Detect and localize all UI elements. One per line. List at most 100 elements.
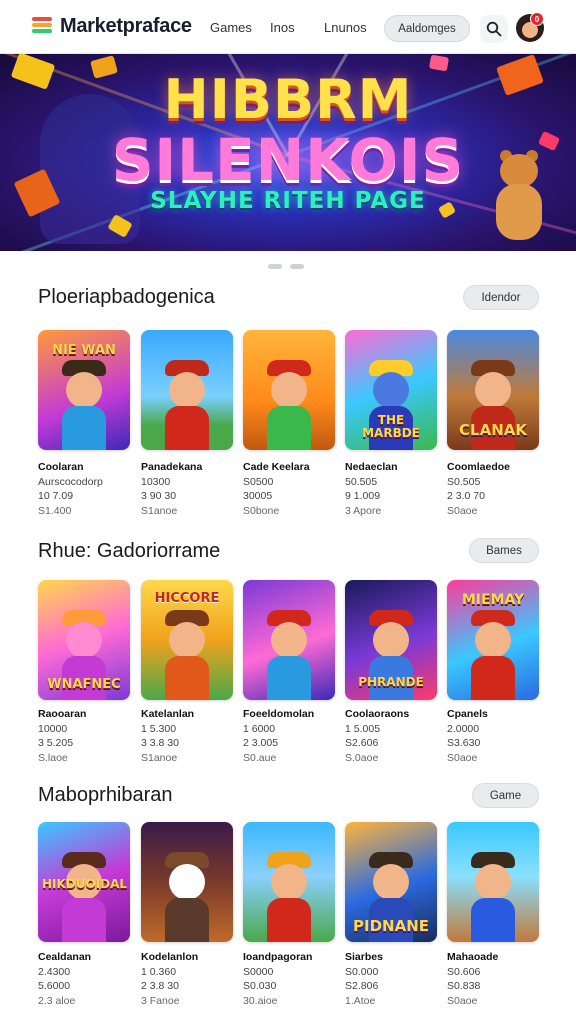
game-title[interactable]: Coomlaedoe — [447, 460, 547, 475]
game-card[interactable]: NIE WAN — [38, 330, 130, 450]
game-card[interactable] — [243, 330, 335, 450]
game-card-art-title: HIKDUOIDAL — [42, 877, 128, 891]
game-title[interactable]: Katelanlan — [141, 707, 241, 722]
game-meta: Nedaeclan 50.505 9 1.009 3 Apore — [345, 460, 445, 518]
search-icon — [486, 21, 502, 37]
section-title: Maboprhibaran — [38, 784, 173, 806]
brand-name[interactable]: Marketpraface — [60, 15, 192, 38]
game-meta: Mahaoade S0.606 S0.838 S0aoe — [447, 950, 547, 1008]
notification-badge: 0 — [530, 12, 544, 26]
game-stat: 9 1.009 — [345, 490, 381, 502]
game-card-art-title: PIDNANE — [353, 917, 429, 935]
game-title[interactable]: Foeeldomolan — [243, 707, 343, 722]
game-stat: S0.030 — [243, 980, 277, 992]
game-card-art-title: PHRANDE — [358, 675, 424, 689]
game-subtitle: S0.505 — [447, 475, 481, 488]
game-card-art-title: CLANAK — [459, 421, 527, 439]
game-price: 2.3 aloe — [38, 994, 76, 1007]
game-price: S0aoe — [447, 504, 478, 517]
game-price: S0aoe — [447, 994, 478, 1007]
game-meta: Ioandpagoran S0000 S0.030 30.aioe — [243, 950, 343, 1008]
game-meta: Katelanlan 1 5.300 3 3.8 30 S1anoe — [141, 707, 241, 765]
hero-title-line2: SILENKOIS — [111, 126, 465, 194]
game-meta: Panadekana 10300 3 90 30 S1anoe — [141, 460, 241, 518]
game-card[interactable] — [243, 822, 335, 942]
game-title[interactable]: Cade Keelara — [243, 460, 343, 475]
game-stat: 2 3.0 70 — [447, 490, 485, 502]
game-meta: Foeeldomolan 1 6000 2 3.005 S0.aue — [243, 707, 343, 765]
game-card[interactable]: THE MARBDE — [345, 330, 437, 450]
game-price: S1anoe — [141, 504, 178, 517]
game-price: 3 Fanoe — [141, 994, 180, 1007]
game-card[interactable]: WNAFNEC — [38, 580, 130, 700]
game-title[interactable]: Coolaran — [38, 460, 138, 475]
game-price: S.laoe — [38, 751, 68, 764]
game-card-art-title: WNAFNEC — [47, 677, 121, 692]
game-subtitle: 2.0000 — [447, 722, 480, 735]
game-subtitle: 1 5.005 — [345, 722, 381, 735]
section-title: Rhue: Gadoriorrame — [38, 540, 221, 562]
section-action-button[interactable]: Idendor — [463, 285, 539, 310]
nav-item-games[interactable]: Games — [210, 20, 252, 35]
game-meta: Kodelanlon 1 0.360 2 3.8 30 3 Fanoe — [141, 950, 241, 1008]
game-price: 1.Atoe — [345, 994, 376, 1007]
game-stat: 2 3.8 30 — [141, 980, 179, 992]
game-stat: 10 7.09 — [38, 490, 74, 502]
game-card[interactable] — [141, 822, 233, 942]
game-card[interactable] — [447, 822, 539, 942]
game-card[interactable] — [141, 330, 233, 450]
game-card-art-title: HICCORE — [154, 591, 220, 606]
game-subtitle: 1 6000 — [243, 722, 276, 735]
hero-banner[interactable]: HIBBRM SILENKOIS SLAYHE RITEH PAGE — [0, 54, 576, 251]
game-stat: 3 3.8 30 — [141, 737, 179, 749]
game-subtitle: 10000 — [38, 722, 68, 735]
game-meta: Coolaran Aurscocodorp 10 7.09 S1.400 — [38, 460, 138, 518]
game-title[interactable]: Siarbes — [345, 950, 445, 965]
game-stat: S0.838 — [447, 980, 481, 992]
game-stat: 3 90 30 — [141, 490, 177, 502]
game-title[interactable]: Kodelanlon — [141, 950, 241, 965]
game-card[interactable]: PIDNANE — [345, 822, 437, 942]
carousel-dot[interactable] — [268, 264, 282, 269]
game-card[interactable]: CLANAK — [447, 330, 539, 450]
search-button[interactable] — [480, 15, 508, 43]
section-action-button[interactable]: Bames — [469, 538, 539, 563]
game-stat: S2.806 — [345, 980, 379, 992]
game-stat: 30005 — [243, 490, 273, 502]
hero-subtitle: SLAYHE RITEH PAGE — [150, 188, 426, 214]
search-field[interactable]: Aaldomges — [384, 15, 470, 42]
game-meta: Coomlaedoe S0.505 2 3.0 70 S0aoe — [447, 460, 547, 518]
section-action-button[interactable]: Game — [472, 783, 539, 808]
game-subtitle: S0500 — [243, 475, 274, 488]
game-subtitle: 1 0.360 — [141, 965, 177, 978]
game-meta: Siarbes S0.000 S2.806 1.Atoe — [345, 950, 445, 1008]
game-title[interactable]: Mahaoade — [447, 950, 547, 965]
carousel-dots[interactable] — [268, 256, 312, 274]
nav-item-lnunos[interactable]: Lnunos — [324, 20, 367, 35]
game-title[interactable]: Panadekana — [141, 460, 241, 475]
game-subtitle: Aurscocodorp — [38, 475, 103, 488]
game-card[interactable]: PHRANDE — [345, 580, 437, 700]
hamburger-logo-icon[interactable] — [32, 17, 54, 37]
game-card-art-title: MIEMAY — [461, 592, 525, 608]
game-title[interactable]: Nedaeclan — [345, 460, 445, 475]
game-stat: S2.606 — [345, 737, 379, 749]
game-card[interactable] — [243, 580, 335, 700]
nav-item-inos[interactable]: Inos — [270, 20, 295, 35]
game-title[interactable]: Cealdanan — [38, 950, 138, 965]
game-title[interactable]: Ioandpagoran — [243, 950, 343, 965]
carousel-dot[interactable] — [290, 264, 304, 269]
game-title[interactable]: Cpanels — [447, 707, 547, 722]
game-price: S0bone — [243, 504, 280, 517]
game-card[interactable]: MIEMAY — [447, 580, 539, 700]
game-subtitle: 10300 — [141, 475, 171, 488]
game-stat: 5.6000 — [38, 980, 71, 992]
game-meta: Cade Keelara S0500 30005 S0bone — [243, 460, 343, 518]
game-meta: Coolaoraons 1 5.005 S2.606 S.0aoe — [345, 707, 445, 765]
game-card[interactable]: HIKDUOIDAL — [38, 822, 130, 942]
game-subtitle: S0.606 — [447, 965, 481, 978]
game-price: S.0aoe — [345, 751, 379, 764]
game-title[interactable]: Raooaran — [38, 707, 138, 722]
game-title[interactable]: Coolaoraons — [345, 707, 445, 722]
game-card[interactable]: HICCORE — [141, 580, 233, 700]
